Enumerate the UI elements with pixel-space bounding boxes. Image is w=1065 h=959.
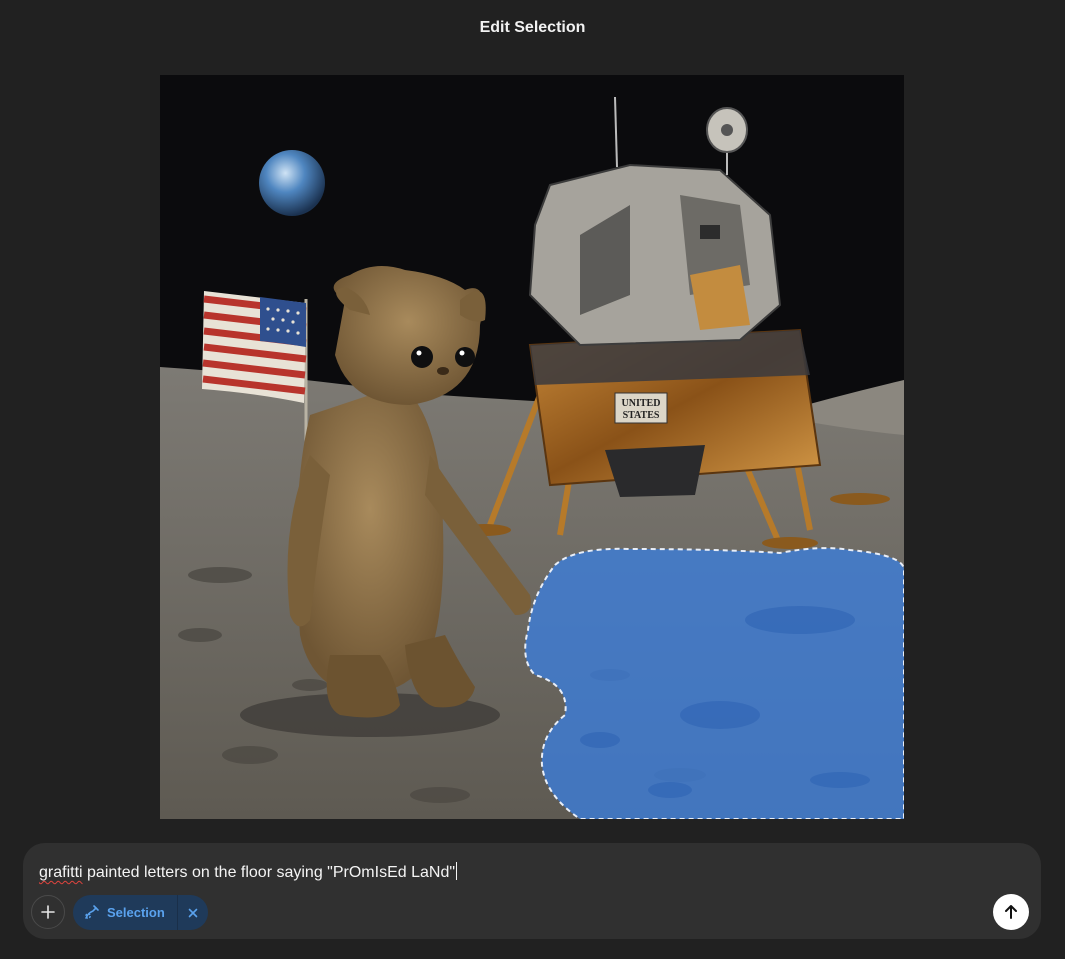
selection-chip-button[interactable]: Selection [73,895,177,930]
plus-icon [41,905,55,919]
prompt-composer: grafitti painted letters on the floor sa… [23,843,1041,939]
prompt-text: painted letters on the floor saying "PrO… [82,864,456,881]
close-icon [188,908,198,917]
misspelled-word: grafitti [39,864,83,881]
remove-selection-button[interactable] [178,895,208,930]
prompt-input[interactable]: grafitti painted letters on the floor sa… [39,862,458,882]
page-title: Edit Selection [479,19,586,36]
selection-brush-icon [85,905,99,919]
selection-chip-label: Selection [107,905,165,920]
selection-chip: Selection [73,895,208,930]
generated-image: UNITED STATES [160,75,904,819]
flag-text-2: STATES [623,410,660,421]
add-button[interactable] [31,895,65,929]
arrow-up-icon [1005,905,1017,919]
earth [259,150,325,216]
text-caret [456,862,458,880]
image-canvas[interactable]: UNITED STATES [160,75,904,819]
send-button[interactable] [993,894,1029,930]
flag-text-1: UNITED [622,398,661,409]
